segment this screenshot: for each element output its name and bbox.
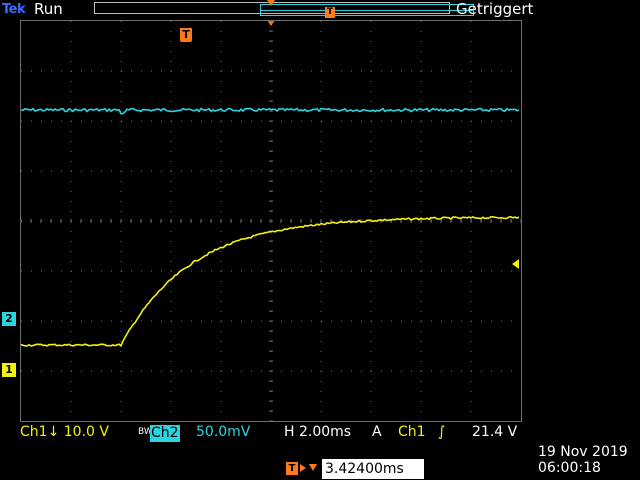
ch1-ground-marker[interactable]: 1 bbox=[2, 363, 16, 377]
ch1-readout[interactable]: Ch1↓ 10.0 V bbox=[20, 424, 109, 440]
trigger-level[interactable]: 21.4 V bbox=[472, 424, 517, 440]
record-center-arrow-icon bbox=[267, 0, 275, 6]
trigger-source[interactable]: Ch1 bbox=[398, 424, 426, 440]
brand-logo: Tek bbox=[2, 2, 26, 17]
ch1-label: Ch1 bbox=[20, 424, 48, 440]
trigger-status: Getriggert bbox=[456, 0, 534, 18]
trigger-position-value[interactable]: 3.42400ms bbox=[322, 459, 424, 479]
arrow-down-icon bbox=[309, 464, 317, 471]
graticule bbox=[20, 20, 522, 422]
date-time: 19 Nov 2019 06:00:18 bbox=[538, 444, 628, 476]
status-bar: Tek Run T Getriggert bbox=[0, 0, 640, 20]
horizontal-readout[interactable]: H 2.00ms bbox=[284, 424, 351, 440]
horizontal-scale: 2.00ms bbox=[298, 424, 352, 440]
record-window bbox=[260, 4, 474, 16]
trigger-edge-icon: ∫ bbox=[438, 424, 446, 440]
settings-readout: Ch1↓ 10.0 V BW Ch2 50.0mV H 2.00ms A Ch1… bbox=[0, 424, 640, 444]
ch2-scale: 50.0mV bbox=[196, 424, 251, 440]
date: 19 Nov 2019 bbox=[538, 444, 628, 460]
acquisition-label: A bbox=[372, 424, 382, 440]
waveform-display bbox=[20, 20, 522, 422]
time: 06:00:18 bbox=[538, 460, 601, 476]
horizontal-label: H bbox=[284, 424, 295, 440]
record-trigger-marker: T bbox=[325, 7, 335, 18]
trigger-position-icon: T bbox=[286, 462, 298, 475]
ch1-scale: 10.0 V bbox=[63, 424, 109, 440]
ch2-label[interactable]: Ch2 bbox=[150, 425, 180, 442]
arrow-right-icon bbox=[300, 464, 306, 472]
trigger-level-arrow-icon[interactable] bbox=[512, 259, 519, 269]
run-state: Run bbox=[34, 0, 63, 18]
ch1-coupling-icon: ↓ bbox=[47, 424, 60, 440]
ch2-ground-marker[interactable]: 2 bbox=[2, 312, 16, 326]
